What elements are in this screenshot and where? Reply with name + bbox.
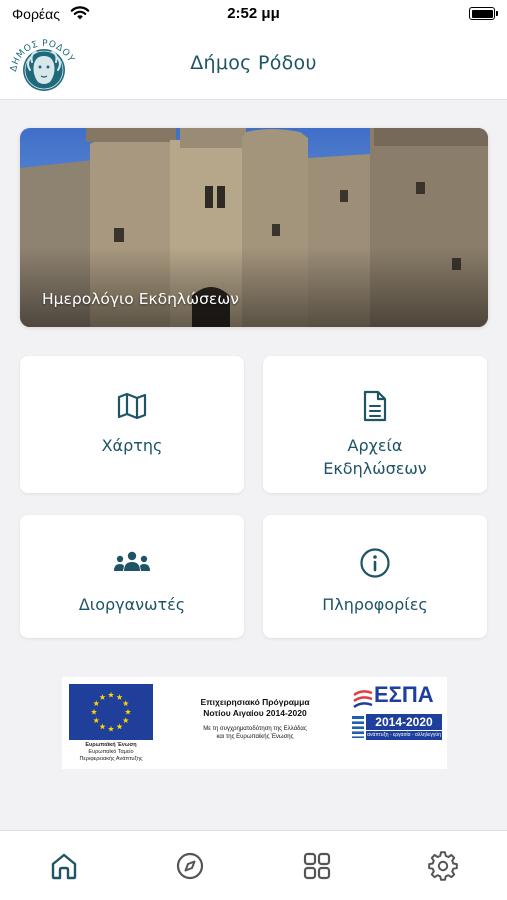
- program-sub-line1: Με τη συγχρηματοδότηση της Ελλάδας: [203, 726, 307, 732]
- information-tile[interactable]: Πληροφορίες: [263, 515, 487, 638]
- greek-flag-icon: [352, 716, 364, 738]
- tab-settings[interactable]: [428, 851, 458, 881]
- eu-star: [99, 723, 106, 730]
- eu-star: [122, 717, 129, 724]
- status-bar: Φορέας 2:52 μμ: [0, 0, 507, 28]
- bottom-tab-bar: [0, 830, 507, 900]
- event-files-label-line1: Αρχεία: [347, 436, 403, 455]
- users-icon: [114, 551, 150, 571]
- map-tile[interactable]: Χάρτης: [20, 356, 244, 493]
- program-sub-line2: και της Ευρωπαϊκής Ένωσης: [216, 734, 294, 740]
- banner-label: Ημερολόγιο Εκδηλώσεων: [42, 290, 239, 308]
- eu-star: [107, 725, 115, 732]
- program-title-line2: Νοτίου Αιγαίου 2014-2020: [203, 708, 307, 718]
- espa-swoosh-icon: [353, 690, 373, 709]
- map-label: Χάρτης: [101, 436, 163, 455]
- eu-funding-banner: Ευρωπαϊκή Ένωση Ευρωπαϊκό Ταμείο Περιφερ…: [62, 677, 447, 769]
- eu-stars-icon: [90, 691, 132, 732]
- gear-icon: [428, 851, 458, 881]
- tab-home[interactable]: [49, 851, 79, 881]
- espa-title: ΕΣΠΑ: [374, 682, 434, 707]
- eu-star: [116, 694, 123, 700]
- eu-star: [90, 708, 98, 715]
- program-title-line1: Επιχειρησιακό Πρόγραμμα: [200, 697, 310, 707]
- eu-star: [107, 691, 115, 698]
- event-files-tile[interactable]: Αρχεία Εκδηλώσεων: [263, 356, 487, 493]
- tab-explore[interactable]: [175, 851, 205, 881]
- eu-caption-line2: Περιφερειακής Ανάπτυξης: [79, 756, 143, 762]
- information-label: Πληροφορίες: [322, 595, 428, 614]
- organizers-tile[interactable]: Διοργανωτές: [20, 515, 244, 638]
- grid-icon: [303, 852, 331, 880]
- document-icon: [363, 390, 387, 422]
- espa-tagline: ανάπτυξη - εργασία - αλληλεγγύη: [366, 731, 442, 740]
- eu-star: [93, 717, 100, 724]
- organizers-label: Διοργανωτές: [78, 595, 186, 614]
- event-files-label-line2: Εκδηλώσεων: [323, 459, 427, 478]
- eu-caption-line1: Ευρωπαϊκό Ταμείο: [88, 749, 134, 755]
- eu-flag: [69, 684, 153, 740]
- eu-star: [122, 700, 129, 707]
- eu-star: [116, 723, 123, 730]
- compass-icon: [176, 852, 204, 880]
- battery-icon: [469, 7, 498, 20]
- map-icon: [117, 392, 147, 420]
- eu-star: [99, 694, 106, 700]
- tab-apps[interactable]: [302, 851, 332, 881]
- app-header: ΔΗΜΟΣ ΡΟΔΟΥ Δήμος Ρόδου: [0, 28, 507, 100]
- events-calendar-banner[interactable]: Ημερολόγιο Εκδηλώσεων: [20, 128, 488, 327]
- info-icon: [360, 548, 390, 578]
- eu-star: [124, 708, 132, 715]
- home-icon: [51, 853, 77, 880]
- page-title: Δήμος Ρόδου: [190, 52, 317, 74]
- espa-years: 2014-2020: [366, 714, 442, 730]
- eu-star: [93, 700, 100, 707]
- program-text: Επιχειρησιακό Πρόγραμμα Νοτίου Αιγαίου 2…: [180, 697, 330, 741]
- eu-caption: Ευρωπαϊκή Ένωση Ευρωπαϊκό Ταμείο Περιφερ…: [64, 742, 158, 763]
- espa-logo: ΕΣΠΑ 2014-2020 ανάπτυξη - εργασία - αλλη…: [352, 682, 442, 743]
- eu-caption-title: Ευρωπαϊκή Ένωση: [85, 742, 137, 748]
- clock: 2:52 μμ: [227, 5, 280, 22]
